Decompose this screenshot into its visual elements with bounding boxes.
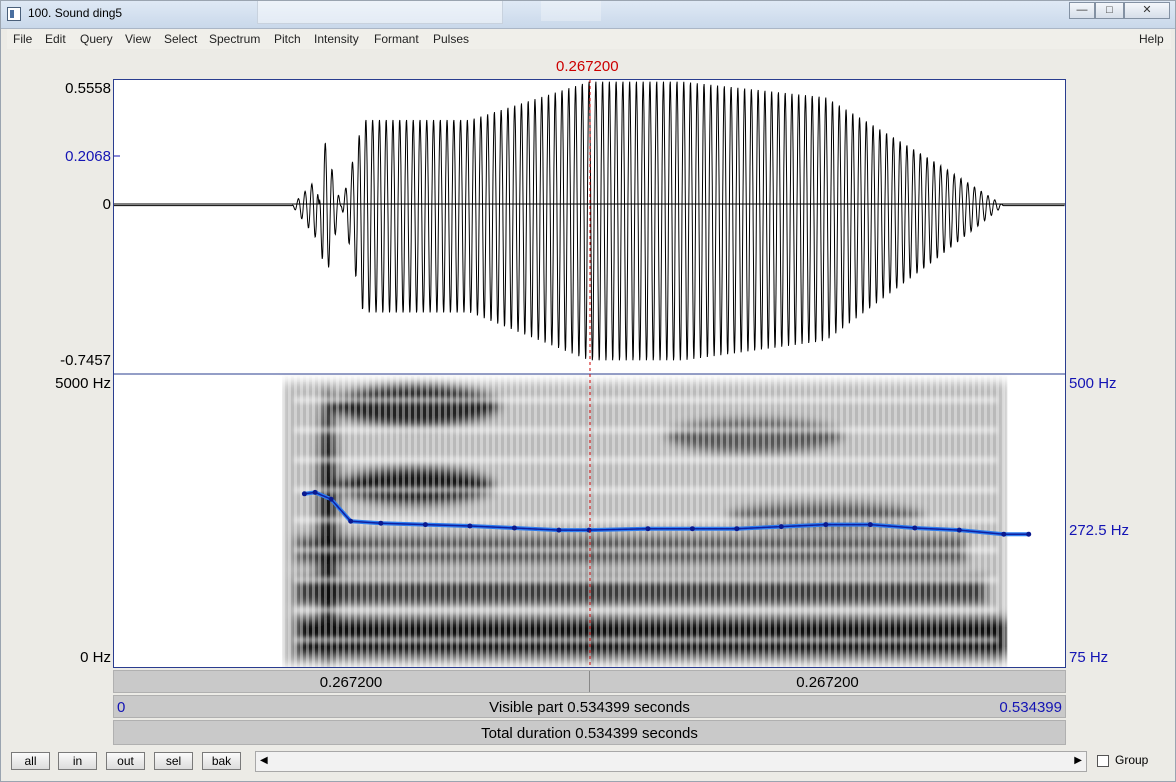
- spectrogram-harmonic-gap: [294, 577, 998, 583]
- group-checkbox[interactable]: [1097, 755, 1109, 767]
- group-label: Group: [1115, 753, 1149, 767]
- pitch-top-label: 500 Hz: [1069, 375, 1117, 392]
- waveform-ymin-label: -0.7457: [60, 352, 111, 369]
- window-title: 100. Sound ding5: [28, 6, 123, 20]
- horizontal-scrollbar[interactable]: ◀ ▶: [255, 751, 1087, 772]
- pitch-point: [422, 522, 428, 528]
- visible-end: 0.534399: [999, 699, 1062, 716]
- zoom-back-button[interactable]: bak: [202, 752, 241, 770]
- waveform-zero-label: 0: [102, 196, 111, 213]
- menu-query[interactable]: Query: [80, 32, 113, 46]
- pitch-point: [689, 526, 695, 532]
- pitch-mid-label: 272.5 Hz: [1069, 522, 1130, 539]
- waveform: [114, 81, 1065, 361]
- pitch-point: [778, 524, 784, 530]
- background-window-ghost: [257, 1, 503, 24]
- spectrogram-harmonic-gap: [294, 427, 998, 433]
- praat-sound-editor-window: 100. Sound ding5 — □ ✕ File Edit Query V…: [0, 0, 1176, 782]
- pitch-point: [734, 526, 740, 532]
- total-duration-bar[interactable]: Total duration 0.534399 seconds: [113, 720, 1066, 745]
- pitch-point: [1026, 531, 1032, 537]
- pitch-point: [912, 525, 918, 531]
- minimize-button[interactable]: —: [1069, 2, 1095, 19]
- spectrogram-harmonic-gap: [294, 487, 998, 493]
- spectrogram-left-blank: [114, 376, 283, 667]
- scroll-left-icon[interactable]: ◀: [260, 755, 268, 766]
- menu-spectrum[interactable]: Spectrum: [209, 32, 260, 46]
- background-window-ghost-2: [541, 1, 601, 21]
- cursor-time-bar[interactable]: 0.267200 0.267200: [113, 670, 1066, 693]
- menu-bar: File Edit Query View Select Spectrum Pit…: [7, 29, 1171, 49]
- pitch-point: [348, 518, 354, 524]
- spectrogram-top-label: 5000 Hz: [55, 375, 111, 392]
- pitch-point: [1001, 531, 1007, 537]
- pitch-point: [823, 522, 829, 528]
- time-right-segment[interactable]: 0.267200: [590, 674, 1065, 691]
- pitch-point: [556, 527, 562, 533]
- signal-display-area[interactable]: [113, 79, 1066, 668]
- app-icon: [7, 7, 21, 21]
- menu-intensity[interactable]: Intensity: [314, 32, 359, 46]
- maximize-button[interactable]: □: [1095, 2, 1124, 19]
- pitch-point: [956, 527, 962, 533]
- zoom-sel-button[interactable]: sel: [154, 752, 193, 770]
- pitch-point: [511, 525, 517, 531]
- title-bar[interactable]: 100. Sound ding5 — □ ✕: [1, 1, 1175, 29]
- visible-part-text: Visible part 0.534399 seconds: [489, 699, 690, 716]
- visible-part-bar[interactable]: 0 Visible part 0.534399 seconds 0.534399: [113, 695, 1066, 718]
- pitch-point: [867, 522, 873, 528]
- menu-file[interactable]: File: [13, 32, 32, 46]
- zoom-out-button[interactable]: out: [106, 752, 145, 770]
- bottom-toolbar: all in out sel bak ◀ ▶ Group: [7, 749, 1171, 775]
- spectrogram-harmonic-gap: [294, 637, 998, 643]
- scroll-right-icon[interactable]: ▶: [1074, 755, 1082, 766]
- pitch-point: [467, 523, 473, 529]
- total-duration-text: Total duration 0.534399 seconds: [481, 725, 698, 742]
- pitch-point: [301, 491, 307, 497]
- spectrogram-harmonic-gap: [294, 457, 998, 463]
- waveform-ymid-label: 0.2068: [65, 148, 111, 165]
- spectrogram-right-blank: [1007, 376, 1065, 667]
- menu-pitch[interactable]: Pitch: [274, 32, 301, 46]
- pitch-point: [328, 496, 334, 502]
- pitch-point: [378, 520, 384, 526]
- menu-select[interactable]: Select: [164, 32, 197, 46]
- pitch-point: [312, 489, 318, 495]
- menu-edit[interactable]: Edit: [45, 32, 66, 46]
- spectrogram-harmonic-gap: [294, 397, 998, 403]
- menu-pulses[interactable]: Pulses: [433, 32, 469, 46]
- zoom-in-button[interactable]: in: [58, 752, 97, 770]
- menu-help[interactable]: Help: [1139, 32, 1164, 46]
- spectrogram-harmonic-gap: [294, 607, 998, 613]
- spectrogram-bottom-label: 0 Hz: [80, 649, 111, 666]
- waveform-ymax-label: 0.5558: [65, 80, 111, 97]
- waveform-trace: [114, 81, 1065, 361]
- cursor-time-label: 0.267200: [556, 58, 619, 75]
- spectrogram: [114, 376, 1065, 667]
- menu-view[interactable]: View: [125, 32, 151, 46]
- menu-formant[interactable]: Formant: [374, 32, 419, 46]
- maximize-icon: □: [1106, 4, 1113, 16]
- close-button[interactable]: ✕: [1124, 2, 1170, 19]
- signal-plot-svg: [114, 80, 1065, 667]
- spectrogram-harmonic-gap: [294, 547, 998, 553]
- time-left-segment[interactable]: 0.267200: [114, 674, 588, 691]
- zoom-all-button[interactable]: all: [11, 752, 50, 770]
- pitch-point: [645, 526, 651, 532]
- pitch-bottom-label: 75 Hz: [1069, 649, 1109, 666]
- close-icon: ✕: [1142, 4, 1152, 16]
- pitch-point: [586, 527, 592, 533]
- minimize-icon: —: [1076, 4, 1088, 16]
